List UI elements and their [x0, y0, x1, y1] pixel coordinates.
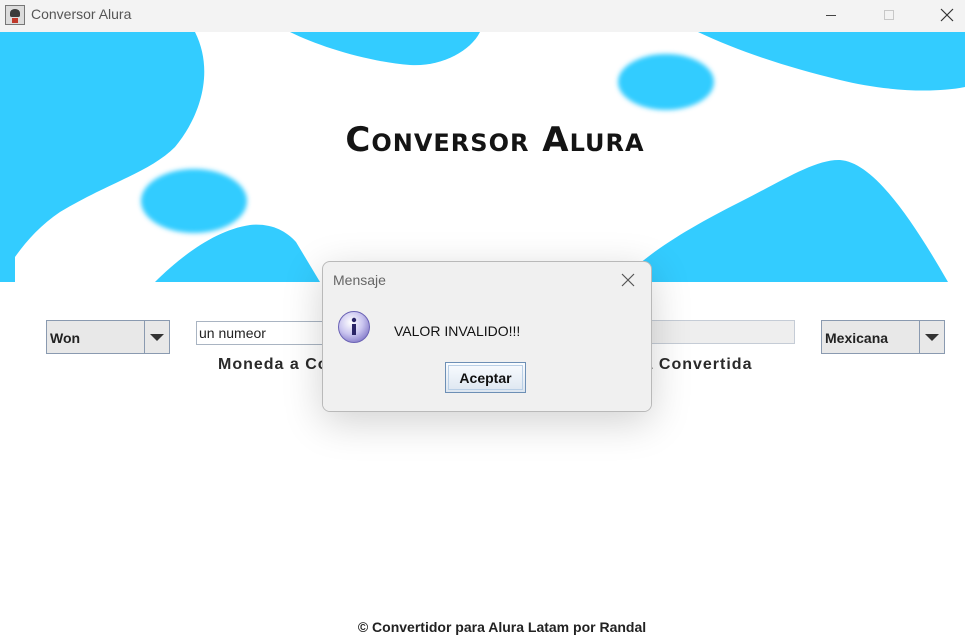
dialog-close-icon[interactable]	[619, 271, 637, 289]
from-currency-dropdown-button[interactable]	[144, 321, 169, 353]
window-title: Conversor Alura	[31, 6, 132, 22]
close-icon	[940, 8, 954, 22]
info-icon	[338, 311, 370, 343]
to-currency-value: Mexicana	[825, 330, 889, 346]
dialog-message: VALOR INVALIDO!!!	[394, 323, 521, 339]
chevron-down-icon	[925, 333, 939, 341]
maximize-button[interactable]	[866, 0, 912, 30]
message-dialog: Mensaje VALOR INVALIDO!!! Aceptar	[322, 261, 652, 412]
from-currency-select[interactable]: Won	[46, 320, 170, 354]
chevron-down-icon	[150, 333, 164, 341]
header-banner: Conversor Alura	[0, 32, 965, 282]
from-currency-value: Won	[50, 330, 81, 346]
window-titlebar: Conversor Alura	[0, 0, 965, 32]
close-button[interactable]	[924, 0, 965, 30]
app-heading: Conversor Alura	[345, 120, 645, 160]
app-icon	[5, 5, 25, 25]
dialog-body: VALOR INVALIDO!!! Aceptar	[323, 298, 651, 411]
minimize-icon	[826, 14, 836, 16]
to-currency-select[interactable]: Mexicana	[821, 320, 945, 354]
maximize-icon	[884, 10, 894, 20]
result-field[interactable]	[635, 320, 795, 344]
dialog-title: Mensaje	[333, 272, 386, 288]
to-currency-dropdown-button[interactable]	[919, 321, 944, 353]
accept-button-label: Aceptar	[459, 369, 512, 386]
minimize-button[interactable]	[808, 0, 854, 30]
footer-credit: © Convertidor para Alura Latam por Randa…	[357, 619, 647, 635]
accept-button[interactable]: Aceptar	[445, 362, 526, 393]
